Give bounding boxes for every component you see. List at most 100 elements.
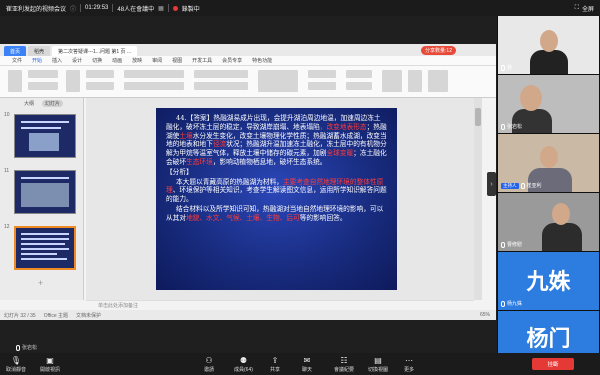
- recording-label[interactable]: 錄製中: [182, 4, 200, 13]
- outline-button[interactable]: [308, 82, 336, 90]
- fullscreen-label: 全屏: [581, 7, 594, 13]
- layout-button[interactable]: [86, 70, 114, 78]
- protect-status[interactable]: 文档未保护: [76, 312, 101, 319]
- align-group[interactable]: [194, 82, 248, 90]
- thumb-line: [21, 177, 69, 179]
- notes-button[interactable]: ☷ 會議紀要: [334, 356, 354, 373]
- new-slide-button[interactable]: [66, 70, 80, 92]
- menu-transition[interactable]: 切换: [92, 57, 102, 64]
- present-button[interactable]: [382, 70, 402, 92]
- share-count-badge[interactable]: 分享數量:12: [421, 45, 456, 55]
- menu-design[interactable]: 设计: [72, 57, 82, 64]
- tab-docer[interactable]: 稻壳: [28, 46, 51, 56]
- slide-number: 11: [4, 168, 10, 174]
- menu-animation[interactable]: 动画: [112, 57, 122, 64]
- hang-up-button[interactable]: 挂斷: [532, 358, 574, 370]
- control-label: 聊天: [302, 367, 313, 373]
- thumb-line: [21, 253, 57, 255]
- more-button[interactable]: ⋯ 更多: [404, 356, 414, 373]
- menu-slideshow[interactable]: 放映: [132, 57, 142, 64]
- video-figure: [542, 223, 582, 251]
- analysis-paragraph: 结合材料以及所学知识可知，热融湖对当地自然地理环境的影响，可以从其对地貌、水文、…: [166, 205, 387, 223]
- avatar-text: 九姝: [526, 270, 571, 295]
- participant-name: 主持人 崔亚利: [501, 182, 542, 189]
- start-video-button[interactable]: ▣ 開啟視訊: [40, 356, 60, 373]
- slide-thumbnail[interactable]: [14, 170, 76, 214]
- tab-slides[interactable]: 幻灯片: [42, 99, 64, 107]
- info-icon[interactable]: ⓘ: [70, 4, 76, 13]
- tab-outline[interactable]: 大纲: [24, 100, 34, 107]
- slide-counter: 幻灯片 32 / 35: [4, 312, 36, 319]
- fullscreen-button[interactable]: ⛶ 全屏: [575, 4, 594, 13]
- thumb-line: [21, 233, 69, 235]
- zoom-level[interactable]: 65%: [480, 312, 490, 318]
- menu-developer[interactable]: 开发工具: [192, 57, 212, 64]
- host-badge: 主持人: [501, 182, 519, 189]
- camera-icon: ▣: [46, 356, 54, 365]
- control-label: 邀請: [204, 367, 215, 373]
- menu-insert[interactable]: 插入: [52, 57, 62, 64]
- tab-document[interactable]: 第二次答疑课---1...问题 第1 页 ...: [52, 46, 138, 56]
- reset-button[interactable]: [86, 82, 114, 90]
- invite-button[interactable]: ⚇ 邀請: [204, 356, 214, 373]
- switch-view-button[interactable]: ▤ 切換視圖: [368, 356, 388, 373]
- notes-area[interactable]: 单击此处添加备注: [86, 300, 474, 310]
- chevron-right-icon: ›: [490, 180, 493, 188]
- participant-panel: 我 张岩松 主持人 崔亚利 曹修慰 九姝 杨九姝 杨门: [497, 16, 600, 353]
- collapse-panel-button[interactable]: ›: [487, 172, 496, 196]
- participant-tile[interactable]: 我: [498, 16, 599, 74]
- editor-scrollbar[interactable]: [474, 98, 482, 300]
- control-label: 會議紀要: [334, 367, 355, 373]
- menu-view[interactable]: 视图: [172, 57, 182, 64]
- control-label: 成員(64): [234, 367, 253, 373]
- play-button[interactable]: [408, 70, 422, 92]
- menu-member[interactable]: 会员专享: [222, 57, 242, 64]
- chat-icon: ✉: [303, 356, 311, 365]
- current-slide[interactable]: 44.【答案】热融湖易成片出现，会提升湖泊周边地温，加速周边冻土融化，破坏冻土层…: [156, 108, 397, 290]
- format-painter-button[interactable]: [28, 82, 58, 90]
- add-slide-icon[interactable]: +: [38, 278, 43, 288]
- control-label: 共享: [270, 367, 281, 373]
- mic-muted-icon: [501, 64, 505, 71]
- shapes-gallery[interactable]: [258, 70, 298, 92]
- recording-dot-icon: [172, 5, 178, 11]
- paragraph-group[interactable]: [194, 70, 248, 78]
- slide-thumbnail[interactable]: [14, 114, 76, 158]
- replace-button[interactable]: [346, 82, 372, 90]
- select-button[interactable]: [428, 70, 448, 92]
- share-button[interactable]: ⇪ 共享: [270, 356, 280, 373]
- control-label: 開啟視訊: [40, 367, 61, 373]
- mic-muted-icon: [501, 123, 505, 130]
- thumb-image: [29, 133, 59, 151]
- fill-button[interactable]: [308, 70, 336, 78]
- menu-file[interactable]: 文件: [12, 57, 22, 64]
- menu-features[interactable]: 特色功能: [252, 57, 272, 64]
- participant-tile[interactable]: 九姝 杨九姝: [498, 252, 599, 310]
- participant-tile[interactable]: 张岩松: [498, 75, 599, 133]
- grid-icon[interactable]: ▦: [158, 5, 164, 12]
- members-button[interactable]: ⚉ 成員(64): [234, 356, 253, 373]
- participant-tile[interactable]: 主持人 崔亚利: [498, 134, 599, 192]
- slide-thumbnail-selected[interactable]: [14, 226, 76, 270]
- scroll-thumb[interactable]: [475, 108, 481, 126]
- unmute-button[interactable]: 🎙 取消靜音: [6, 356, 26, 373]
- slide-number: 10: [4, 112, 10, 118]
- find-button[interactable]: [346, 70, 372, 78]
- divider: [80, 4, 82, 12]
- tab-home[interactable]: 首页: [4, 46, 27, 56]
- font-select[interactable]: [124, 70, 184, 78]
- paste-button[interactable]: [8, 70, 22, 92]
- attendee-count[interactable]: 48人在會議中: [117, 4, 154, 13]
- font-style-group[interactable]: [124, 82, 184, 90]
- participant-tile[interactable]: 曹修慰: [498, 193, 599, 251]
- members-icon: ⚉: [239, 356, 248, 365]
- highlight-text: 土壤: [179, 131, 193, 140]
- meeting-title[interactable]: 崔亚利发起的视频会议: [6, 4, 66, 13]
- status-bar: 幻灯片 32 / 35 Office 主题 文档未保护 65%: [0, 310, 496, 320]
- chat-button[interactable]: ✉ 聊天: [302, 356, 312, 373]
- cut-button[interactable]: [28, 70, 58, 78]
- participant-tile[interactable]: 杨门: [498, 311, 599, 353]
- menu-home[interactable]: 开始: [32, 57, 42, 64]
- highlight-text: 生态环境: [186, 157, 213, 166]
- menu-review[interactable]: 审阅: [152, 57, 162, 64]
